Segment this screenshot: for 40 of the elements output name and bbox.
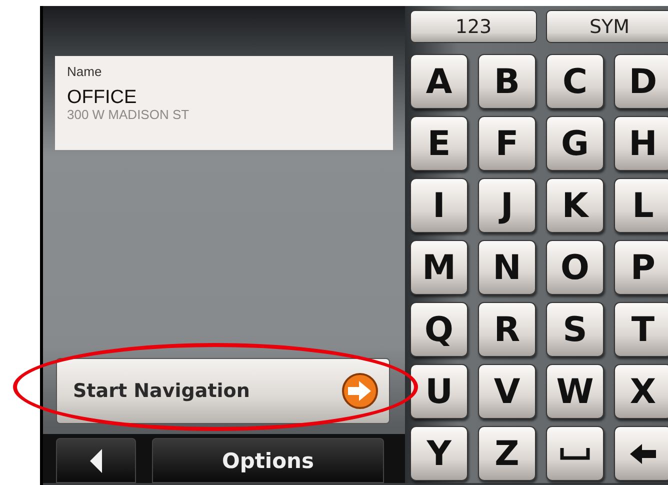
letter-key[interactable]: T [614, 302, 668, 357]
letter-key[interactable]: V [478, 364, 536, 419]
back-arrow-icon [89, 448, 103, 474]
letter-key[interactable]: O [546, 240, 604, 295]
keyboard-mode-key[interactable]: 123 [410, 10, 537, 43]
letter-key[interactable]: C [546, 54, 604, 109]
start-navigation-button[interactable]: Start Navigation [56, 358, 390, 424]
letter-key[interactable]: N [478, 240, 536, 295]
letter-key[interactable]: H [614, 116, 668, 171]
letter-key[interactable]: S [546, 302, 604, 357]
arrow-right-icon [341, 372, 379, 410]
letter-key[interactable]: E [410, 116, 468, 171]
destination-address: 300 W MADISON ST [67, 108, 190, 122]
letter-key[interactable]: B [478, 54, 536, 109]
options-button[interactable]: Options [152, 438, 384, 483]
destination-name: OFFICE [67, 88, 138, 108]
back-button[interactable] [56, 438, 136, 483]
backspace-key[interactable] [614, 426, 668, 481]
left-arrow-icon [630, 444, 656, 464]
letter-key[interactable]: X [614, 364, 668, 419]
letter-key[interactable]: F [478, 116, 536, 171]
keyboard-mode-key[interactable]: SYM [546, 10, 668, 43]
letter-key[interactable]: W [546, 364, 604, 419]
letter-key[interactable]: A [410, 54, 468, 109]
letter-key[interactable]: Q [410, 302, 468, 357]
letter-key[interactable]: Z [478, 426, 536, 481]
letter-key[interactable]: Y [410, 426, 468, 481]
space-icon [560, 448, 590, 460]
letter-key[interactable]: D [614, 54, 668, 109]
letter-key[interactable]: M [410, 240, 468, 295]
letter-key[interactable]: G [546, 116, 604, 171]
letter-key[interactable]: U [410, 364, 468, 419]
field-label: Name [67, 64, 103, 79]
letter-key[interactable]: I [410, 178, 468, 233]
letter-key[interactable]: J [478, 178, 536, 233]
letter-key[interactable]: R [478, 302, 536, 357]
space-key[interactable] [546, 426, 604, 481]
letter-key[interactable]: L [614, 178, 668, 233]
letter-key[interactable]: K [546, 178, 604, 233]
letter-key[interactable]: P [614, 240, 668, 295]
